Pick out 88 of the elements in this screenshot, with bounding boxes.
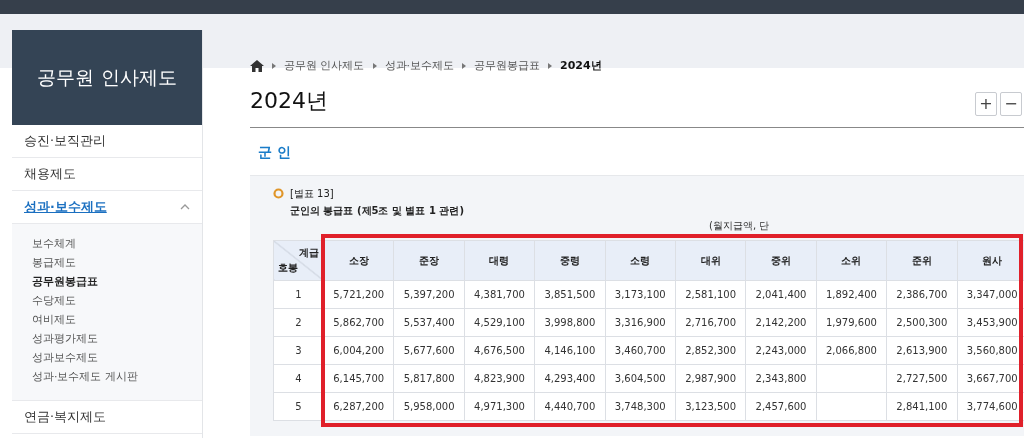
table-title: 군인의 봉급표 (제5조 및 별표 1 관련): [290, 204, 465, 218]
table-cell: 4,381,700: [464, 280, 535, 309]
step-cell: 5: [273, 392, 324, 421]
table-cell: 4,971,300: [464, 392, 535, 421]
step-cell: 1: [273, 280, 324, 309]
ring-icon: [273, 188, 284, 199]
column-header: 대위: [675, 240, 746, 281]
column-header: 원사: [957, 240, 1024, 281]
unit-note: (월지급액, 단: [709, 219, 770, 233]
table-cell: 6,145,700: [323, 364, 394, 393]
table-cell: 6,287,200: [323, 392, 394, 421]
table-cell: 3,316,900: [605, 308, 676, 337]
table-cell: 1,979,600: [816, 308, 887, 337]
table-cell: 5,397,200: [393, 280, 465, 309]
table-cell: 2,066,800: [816, 336, 887, 365]
table-cell: 3,998,800: [534, 308, 606, 337]
table-cell: 4,440,700: [534, 392, 606, 421]
submenu-item[interactable]: 성과·보수제도 게시판: [32, 367, 202, 386]
table-cell: 2,142,200: [745, 308, 817, 337]
table-cell: 2,457,600: [745, 392, 817, 421]
triangle-icon: [272, 63, 276, 69]
column-header: 소위: [816, 240, 887, 281]
table-cell: 3,604,500: [605, 364, 676, 393]
submenu-item[interactable]: 여비제도: [32, 310, 202, 329]
triangle-icon: [462, 63, 466, 69]
triangle-icon: [548, 63, 552, 69]
table-cell: 2,613,900: [886, 336, 957, 365]
sidebar-item[interactable]: 연금·복지제도: [12, 401, 202, 434]
column-header: 대령: [464, 240, 535, 281]
breadcrumb-link[interactable]: 성과·보수제도: [384, 57, 454, 75]
table-cell: 1,892,400: [816, 280, 887, 309]
table-cell: 2,727,500: [886, 364, 957, 393]
sidebar-item[interactable]: 승진·보직관리: [12, 125, 202, 158]
table-cell: 2,500,300: [886, 308, 957, 337]
table-cell: 3,123,500: [675, 392, 746, 421]
table-cell: 2,386,700: [886, 280, 957, 309]
table-cell: 2,987,900: [675, 364, 746, 393]
column-header: 준위: [886, 240, 957, 281]
home-icon: [250, 60, 264, 72]
table-cell: 3,748,300: [605, 392, 676, 421]
column-header: 소령: [605, 240, 676, 281]
table-cell: 2,852,300: [675, 336, 746, 365]
breadcrumb-link[interactable]: 공무원 인사제도: [284, 57, 365, 75]
table-cell: 2,243,000: [745, 336, 817, 365]
submenu-item[interactable]: 공무원봉급표: [32, 272, 202, 291]
chevron-up-icon: [180, 204, 190, 210]
zoom-out-button[interactable]: −: [1000, 92, 1022, 116]
table-cell: 4,676,500: [464, 336, 535, 365]
table-cell: 5,677,600: [393, 336, 465, 365]
table-cell: 4,293,400: [534, 364, 606, 393]
triangle-icon: [372, 63, 377, 69]
submenu-item[interactable]: 보수체계: [32, 234, 202, 253]
table-cell: 2,581,100: [675, 280, 746, 309]
sidebar-item[interactable]: 채용제도: [12, 158, 202, 191]
column-header: 중위: [745, 240, 817, 281]
submenu-item[interactable]: 성과보수제도: [32, 348, 202, 367]
header-label: 호봉: [278, 261, 298, 275]
table-cell: 5,721,200: [323, 280, 394, 309]
table-label: [별표 13]: [290, 187, 334, 201]
submenu-item[interactable]: 성과평가제도: [32, 329, 202, 348]
table-cell: 2,716,700: [675, 308, 746, 337]
submenu-item[interactable]: 수당제도: [32, 291, 202, 310]
table-cell: 2,343,800: [745, 364, 817, 393]
sidebar-title: 공무원 인사제도: [12, 30, 202, 125]
table-cell: 4,529,100: [464, 308, 535, 337]
header-label: 계급: [299, 246, 319, 260]
step-cell: 4: [273, 364, 324, 393]
table-cell: 2,041,400: [745, 280, 817, 309]
table-cell: 5,537,400: [393, 308, 465, 337]
step-cell: 2: [273, 308, 324, 337]
table-cell: 4,146,100: [534, 336, 606, 365]
table-cell: 5,862,700: [323, 308, 394, 337]
step-cell: 3: [273, 336, 324, 365]
zoom-in-button[interactable]: +: [975, 92, 997, 116]
table-cell: 5,958,000: [393, 392, 465, 421]
column-header: 중령: [534, 240, 606, 281]
breadcrumb-link[interactable]: 공무원봉급표: [474, 57, 540, 75]
table-cell: 2,841,100: [886, 392, 957, 421]
table-cell: 6,004,200: [323, 336, 394, 365]
table-cell: 3,173,100: [605, 280, 676, 309]
table-cell: 3,851,500: [534, 280, 606, 309]
column-header: 소장: [323, 240, 394, 281]
column-header: 준장: [393, 240, 465, 281]
table-cell: 3,460,700: [605, 336, 676, 365]
table-cell: 5,817,800: [393, 364, 465, 393]
table-cell: 4,823,900: [464, 364, 535, 393]
submenu-item[interactable]: 봉급제도: [32, 253, 202, 272]
page-title: 2024년: [250, 87, 328, 114]
